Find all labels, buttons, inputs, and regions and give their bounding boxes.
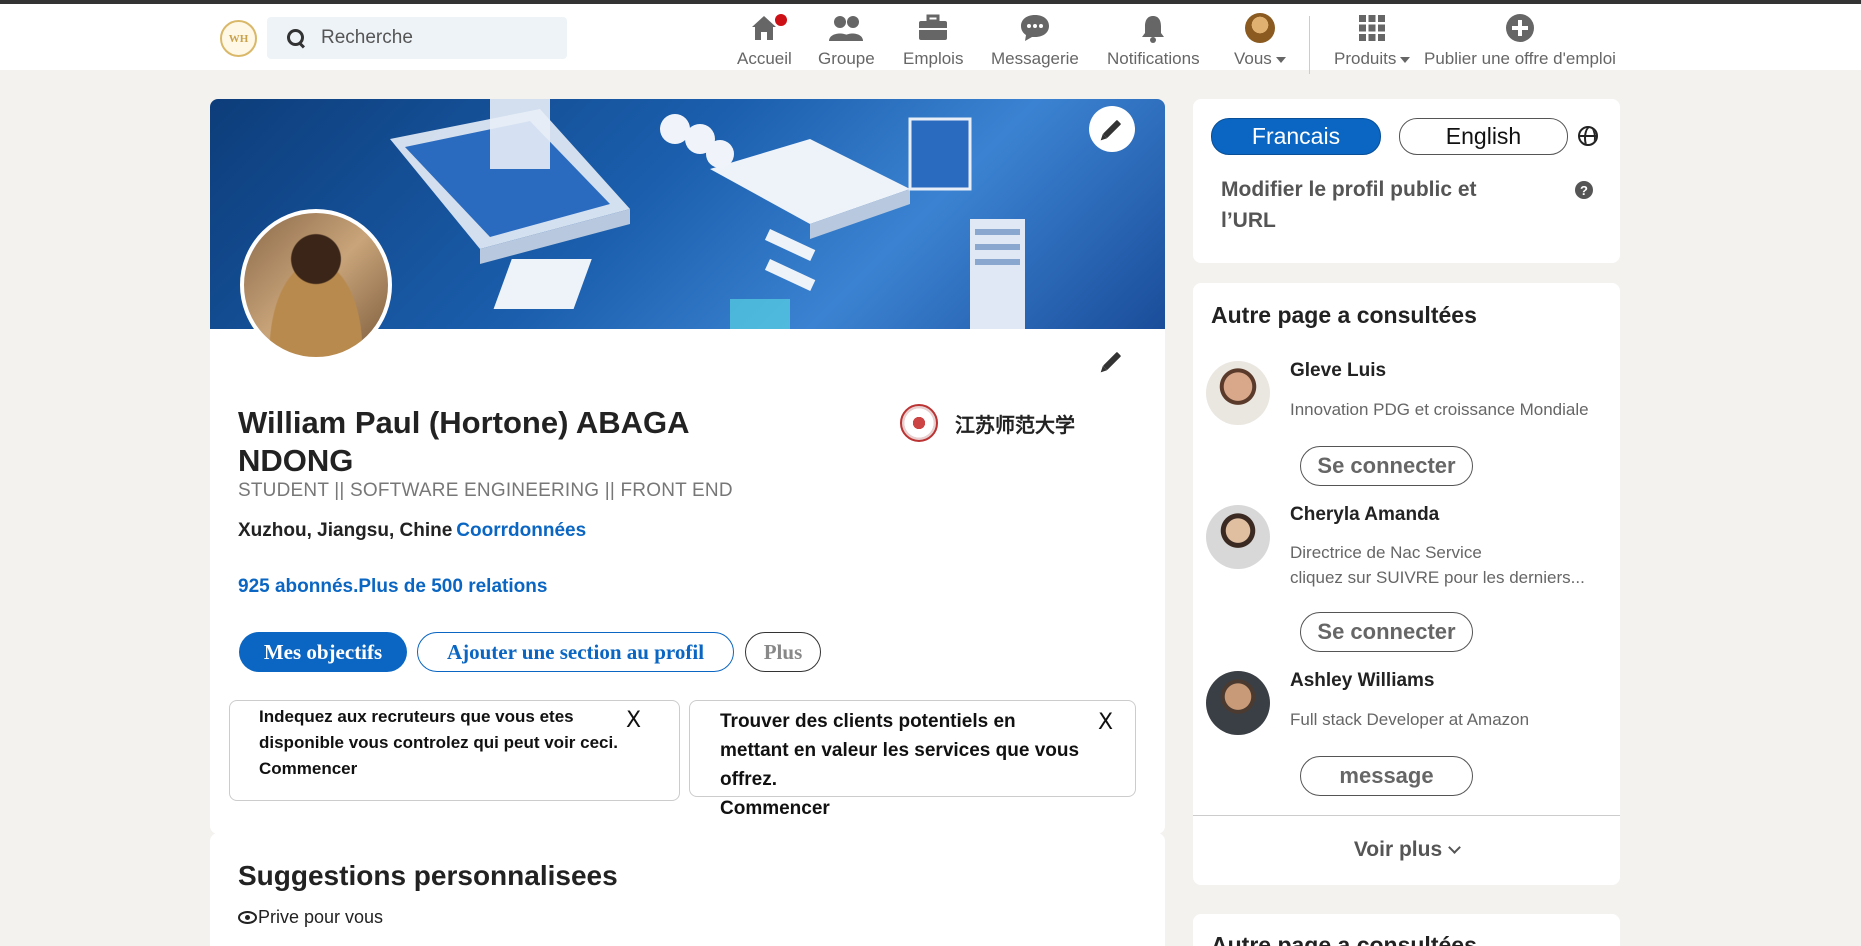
home-icon <box>749 10 790 46</box>
close-icon[interactable]: X <box>626 708 641 734</box>
suggestions-title: Suggestions personnalisees <box>238 860 618 891</box>
nav-label: Emplois <box>903 49 964 68</box>
notification-badge <box>773 12 790 28</box>
start-link[interactable]: Commencer <box>720 794 1085 823</box>
tip-text: Indequez aux recruteurs que vous etes di… <box>259 707 618 752</box>
language-french-button[interactable]: Francais <box>1211 118 1381 155</box>
search-box[interactable] <box>267 17 567 59</box>
pencil-icon <box>1102 119 1122 139</box>
nav-divider <box>1309 16 1310 74</box>
avatar <box>1244 13 1275 43</box>
add-profile-section-button[interactable]: Ajouter une section au profil <box>417 632 734 672</box>
nav-item-post-job[interactable]: Publier une offre d'emploi <box>1424 10 1616 69</box>
edit-banner-button[interactable] <box>1089 106 1135 152</box>
nav-label: Publier une offre d'emploi <box>1424 49 1616 68</box>
bell-icon <box>1138 10 1168 46</box>
profile-photo[interactable] <box>240 209 392 361</box>
nav-label: Vous <box>1234 49 1272 68</box>
see-more-button[interactable]: Voir plus <box>1193 838 1620 862</box>
search-input[interactable] <box>321 27 541 49</box>
university-entry[interactable]: 江苏师范大学 <box>900 404 1075 442</box>
person-name[interactable]: Cheryla Amanda <box>1290 504 1439 526</box>
person-name[interactable]: Gleve Luis <box>1290 360 1386 382</box>
caret-down-icon <box>1275 56 1286 63</box>
start-link[interactable]: Commencer <box>259 756 619 782</box>
contact-info-link[interactable]: Coorrdonnées <box>456 520 586 541</box>
more-button[interactable]: Plus <box>745 632 821 672</box>
pencil-icon <box>1102 351 1122 371</box>
nav-item-messagerie[interactable]: Messagerie <box>991 10 1079 69</box>
profile-location: Xuzhou, Jiangsu, Chine Coorrdonnées <box>238 520 586 542</box>
nav-label: Groupe <box>818 49 875 68</box>
help-icon[interactable]: ? <box>1575 181 1593 199</box>
nav-label: Messagerie <box>991 49 1079 68</box>
nav-item-groupe[interactable]: Groupe <box>818 10 875 69</box>
site-logo[interactable]: WH <box>220 20 257 57</box>
profile-headline: STUDENT || SOFTWARE ENGINEERING || FRONT… <box>238 480 733 501</box>
privacy-text: Prive pour vous <box>258 907 384 927</box>
tip-text: Trouver des clients potentiels en mettan… <box>720 711 1080 790</box>
connect-button[interactable]: Se connecter <box>1300 612 1473 652</box>
close-icon[interactable]: X <box>1098 708 1113 737</box>
person-description: Full stack Developer at Amazon <box>1290 710 1530 729</box>
connect-button[interactable]: Se connecter <box>1300 446 1473 486</box>
plus-circle-icon <box>1505 10 1535 46</box>
nav-label: Notifications <box>1107 49 1200 68</box>
services-tip: Trouver des clients potentiels en mettan… <box>689 700 1136 819</box>
nav-item-produits[interactable]: Produits <box>1334 10 1411 69</box>
nav-label: Produits <box>1334 49 1397 68</box>
avatar[interactable] <box>1206 361 1270 425</box>
nav-item-emplois[interactable]: Emplois <box>903 10 963 69</box>
people-also-viewed-card-2: Autre page a consultées <box>1193 914 1620 946</box>
grid-icon <box>1358 10 1386 46</box>
edit-profile-button[interactable] <box>1089 338 1135 384</box>
profile-name: William Paul (Hortone) ABAGA NDONG <box>238 405 689 478</box>
edit-public-profile-link[interactable]: Modifier le profil public et l’URL <box>1221 174 1511 236</box>
nav-label: Accueil <box>737 49 792 68</box>
chat-icon <box>1019 10 1051 46</box>
message-button[interactable]: message <box>1300 756 1473 796</box>
person-description: Innovation PDG et croissance Mondiale <box>1290 400 1589 419</box>
goals-button[interactable]: Mes objectifs <box>239 632 407 672</box>
divider <box>1193 815 1620 816</box>
avatar[interactable] <box>1206 671 1270 735</box>
eye-icon <box>238 911 257 924</box>
language-card: Francais English Modifier le profil publ… <box>1193 99 1620 263</box>
suggestions-privacy: Prive pour vous <box>238 907 383 928</box>
chevron-down-icon <box>1448 841 1462 854</box>
top-navigation-bar: WH Accueil Groupe Emplois Messagerie Not <box>0 4 1861 74</box>
suggestions-card: Suggestions personnalisees Prive pour vo… <box>210 833 1165 946</box>
globe-icon[interactable] <box>1578 126 1598 146</box>
university-logo <box>900 404 938 442</box>
nav-item-notifications[interactable]: Notifications <box>1107 10 1200 69</box>
person-description: Directrice de Nac Service cliquez sur SU… <box>1290 543 1585 587</box>
location-text: Xuzhou, Jiangsu, Chine <box>238 520 453 541</box>
see-more-label: Voir plus <box>1353 838 1443 861</box>
people-section-title: Autre page a consultées <box>1211 932 1477 946</box>
briefcase-icon <box>918 10 948 46</box>
profile-card: William Paul (Hortone) ABAGA NDONG STUDE… <box>210 99 1165 834</box>
people-also-viewed-card: Autre page a consultées Gleve Luis Innov… <box>1193 283 1620 885</box>
caret-down-icon <box>1400 56 1411 63</box>
person-name[interactable]: Ashley Williams <box>1290 670 1435 692</box>
nav-item-accueil[interactable]: Accueil <box>737 10 792 69</box>
followers-link[interactable]: 925 abonnés.Plus de 500 relations <box>238 576 547 598</box>
nav-item-vous[interactable]: Vous <box>1234 10 1286 69</box>
university-name: 江苏师范大学 <box>955 412 1075 437</box>
group-icon <box>828 10 864 46</box>
search-icon <box>285 27 307 49</box>
avatar[interactable] <box>1206 505 1270 569</box>
people-section-title: Autre page a consultées <box>1211 302 1477 328</box>
language-english-button[interactable]: English <box>1399 118 1568 155</box>
open-to-work-tip: Indequez aux recruteurs que vous etes di… <box>229 700 680 801</box>
